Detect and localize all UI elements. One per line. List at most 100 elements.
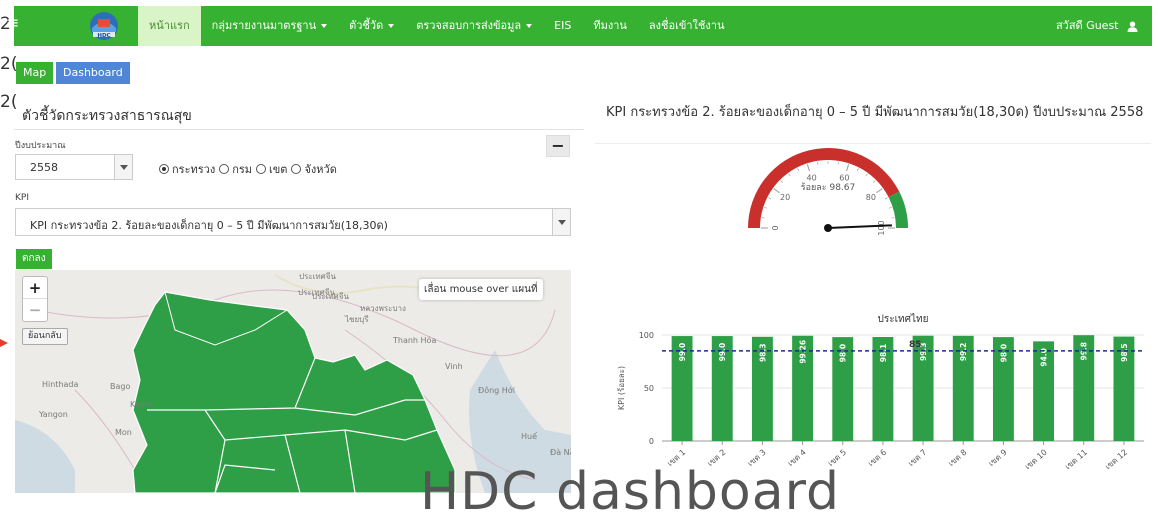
gauge-tick-label: 100 bbox=[877, 220, 886, 235]
x-tick-label: เขต 8 bbox=[947, 448, 969, 468]
nav-item-0[interactable]: หน้าแรก bbox=[138, 6, 201, 46]
map-label: Bago bbox=[110, 382, 130, 391]
chevron-down-icon bbox=[114, 155, 132, 179]
x-tick-label: เขต 11 bbox=[1063, 448, 1089, 472]
nav-item-6[interactable]: ลงชื่อเข้าใช้งาน bbox=[638, 6, 736, 46]
gauge-tick-label: 40 bbox=[807, 174, 817, 183]
map-label: Yangon bbox=[39, 410, 68, 419]
radio-icon[interactable] bbox=[291, 164, 301, 174]
user-icon bbox=[1127, 21, 1138, 32]
map-label: Kayin bbox=[130, 400, 152, 409]
zoom-out-button[interactable]: − bbox=[23, 299, 47, 321]
kpi-label: KPI bbox=[15, 193, 29, 203]
gauge-tick-label: 20 bbox=[780, 193, 790, 202]
radio-label: กระทรวง bbox=[172, 160, 215, 178]
bar-value-label: 98.5 bbox=[1120, 343, 1129, 362]
top-navbar: ≡ HDC หน้าแรกกลุ่มรายงานมาตรฐานตัวชี้วัด… bbox=[14, 6, 1152, 46]
bar-value-label: 98.0 bbox=[999, 344, 1008, 363]
gauge-tick bbox=[789, 174, 791, 176]
radio-icon[interactable] bbox=[159, 164, 169, 174]
gauge-tick bbox=[877, 189, 883, 193]
level-radio-1[interactable]: กรม bbox=[219, 160, 252, 178]
edge-glyph: 2( bbox=[0, 54, 17, 74]
radio-icon[interactable] bbox=[219, 164, 229, 174]
zoom-control: + − bbox=[22, 276, 48, 322]
dashboard-button[interactable]: Dashboard bbox=[56, 62, 130, 84]
nav-item-label: หน้าแรก bbox=[149, 19, 190, 32]
nav-menu: หน้าแรก กลุ่มรายงานมาตรฐาน ตัวชี้วัด ตรวจสอ… bbox=[138, 6, 735, 46]
collapse-button[interactable]: − bbox=[546, 135, 570, 157]
level-radio-2[interactable]: เขต bbox=[256, 160, 287, 178]
nav-item-1[interactable]: กลุ่มรายงานมาตรฐาน bbox=[201, 6, 339, 46]
fiscal-year-label: ปีงบประมาณ bbox=[15, 138, 66, 152]
caret-down-icon bbox=[321, 24, 327, 28]
level-radio-0[interactable]: กระทรวง bbox=[159, 160, 215, 178]
fiscal-year-value: 2558 bbox=[30, 161, 58, 174]
x-tick-label: เขต 10 bbox=[1023, 448, 1049, 472]
map-label: Thanh Hóa bbox=[393, 336, 436, 345]
gauge-tick bbox=[857, 168, 858, 171]
nav-item-2[interactable]: ตัวชี้วัด bbox=[338, 6, 405, 46]
map-label: ประเทศจีน bbox=[299, 270, 336, 283]
radio-label: จังหวัด bbox=[304, 160, 336, 178]
x-tick-label: เขต 12 bbox=[1103, 448, 1129, 472]
gauge-tick bbox=[798, 168, 799, 171]
nav-item-label: EIS bbox=[554, 19, 571, 32]
bar-value-label: 99.2 bbox=[959, 343, 968, 362]
gauge-tick bbox=[781, 181, 783, 183]
gauge-tick bbox=[764, 207, 767, 208]
gauge-tick bbox=[768, 198, 771, 199]
gauge-tick bbox=[885, 198, 888, 199]
nav-item-4[interactable]: EIS bbox=[543, 6, 582, 46]
map-label: Đông Hới bbox=[478, 386, 515, 395]
chevron-down-icon bbox=[552, 209, 570, 235]
gauge-tick-label: 60 bbox=[839, 174, 849, 183]
bar-value-label: 99.0 bbox=[718, 343, 727, 362]
nav-item-label: ตัวชี้วัด bbox=[349, 19, 383, 32]
map-button[interactable]: Map bbox=[16, 62, 53, 84]
gauge-pivot bbox=[824, 224, 832, 232]
menu-icon[interactable]: ≡ bbox=[6, 13, 19, 32]
x-tick-label: เขต 7 bbox=[906, 448, 928, 468]
fiscal-year-select[interactable]: 2558 bbox=[15, 154, 133, 180]
map-hover-note: เลื่อน mouse over แผนที่ bbox=[419, 279, 543, 300]
region-shape[interactable] bbox=[133, 292, 455, 493]
divider bbox=[595, 143, 1151, 144]
nav-item-label: ทีมงาน bbox=[593, 19, 627, 32]
caret-down-icon bbox=[388, 24, 394, 28]
back-button[interactable]: ย้อนกลับ bbox=[22, 328, 68, 345]
target-label: 85 bbox=[909, 340, 922, 350]
gauge-readout: ร้อยละ 98.67 bbox=[801, 182, 856, 193]
map-label: Huế bbox=[521, 432, 537, 441]
hdc-logo-icon[interactable]: HDC bbox=[87, 10, 121, 42]
map-label: Hinthada bbox=[42, 380, 78, 389]
divider bbox=[14, 129, 584, 130]
gauge-tick bbox=[774, 189, 780, 193]
nav-item-label: กลุ่มรายงานมาตรฐาน bbox=[212, 19, 317, 32]
thailand-map[interactable]: ประเทศจีน ประเทศจีน ประเทศจีน ไชยบุรี หล… bbox=[15, 270, 571, 493]
map-canvas[interactable] bbox=[15, 270, 571, 493]
gauge-tick bbox=[866, 174, 868, 176]
y-tick-label: 0 bbox=[649, 437, 654, 446]
gauge-band-green bbox=[889, 192, 908, 228]
svg-text:HDC: HDC bbox=[97, 33, 110, 39]
x-tick-label: เขต 6 bbox=[866, 448, 888, 468]
bar-value-label: 98.3 bbox=[758, 344, 767, 363]
kpi-select[interactable]: KPI กระทรวงข้อ 2. ร้อยละของเด็กอายุ 0 – … bbox=[15, 208, 571, 236]
submit-button[interactable]: ตกลง bbox=[16, 249, 52, 269]
gauge-tick-label: 80 bbox=[866, 193, 876, 202]
bar-value-label: 98.1 bbox=[879, 344, 888, 363]
gauge-tick bbox=[889, 207, 892, 208]
level-radio-group: กระทรวงกรมเขต จังหวัด bbox=[159, 160, 341, 178]
map-label: Mon bbox=[115, 428, 132, 437]
edge-glyph: 2( bbox=[0, 92, 17, 112]
user-greeting[interactable]: สวัสดี Guest bbox=[1056, 6, 1138, 46]
zoom-in-button[interactable]: + bbox=[23, 277, 47, 299]
x-tick-label: เขต 9 bbox=[987, 448, 1009, 468]
nav-item-5[interactable]: ทีมงาน bbox=[582, 6, 638, 46]
nav-item-3[interactable]: ตรวจสอบการส่งข้อมูล bbox=[405, 6, 543, 46]
radio-icon[interactable] bbox=[256, 164, 266, 174]
level-radio-3[interactable]: จังหวัด bbox=[291, 160, 336, 178]
kpi-gauge: 020406080100ร้อยละ 98.67 bbox=[740, 148, 924, 240]
left-panel-title: ตัวชี้วัดกระทรวงสาธารณสุข bbox=[22, 105, 192, 127]
